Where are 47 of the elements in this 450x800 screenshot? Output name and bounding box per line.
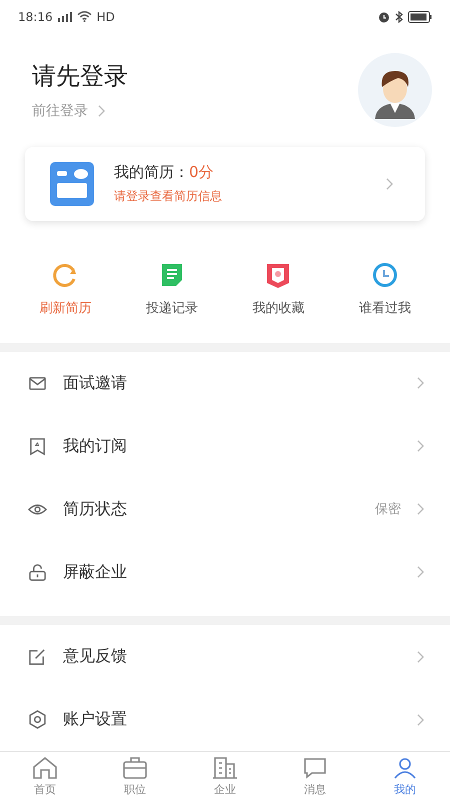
signal-icon [58, 12, 72, 22]
resume-icon [50, 162, 94, 206]
resume-label: 我的简历： [114, 162, 189, 182]
resume-hint: 请登录查看简历信息 [114, 188, 223, 205]
tab[interactable]: 我的 [375, 752, 435, 800]
chevron-icon [98, 105, 105, 118]
chevron-icon [417, 566, 424, 578]
network-label: HD [96, 10, 115, 24]
chat-icon [302, 756, 328, 780]
avatar-icon[interactable] [358, 53, 432, 128]
menu-item[interactable]: 意见反馈 [0, 625, 450, 688]
bluetooth-icon [395, 10, 403, 23]
quick-action[interactable]: 我的收藏 [252, 260, 304, 331]
menu-item[interactable]: 简历状态 保密 [0, 478, 450, 541]
menu-item[interactable]: 屏蔽企业 [0, 540, 450, 604]
tab[interactable]: 消息 [285, 752, 345, 800]
person-icon [392, 756, 418, 780]
chevron-icon [386, 178, 393, 190]
briefcase-icon [122, 756, 148, 780]
login-prompt-title: 请先登录 [32, 61, 128, 92]
bookmark-icon [28, 436, 47, 456]
building-icon [212, 756, 238, 780]
lock-icon [28, 562, 47, 582]
battery-icon [408, 10, 432, 23]
wifi-icon [76, 11, 92, 22]
chevron-icon [417, 377, 424, 390]
resume-score: 0分 [189, 162, 214, 182]
menu-item[interactable]: 账户设置 [0, 688, 450, 752]
status-time: 18:16 [18, 10, 53, 24]
tab[interactable]: 首页 [15, 752, 75, 800]
chevron-icon [417, 440, 424, 452]
tab[interactable]: 职位 [105, 752, 165, 800]
chevron-icon [417, 714, 424, 726]
edit-icon [28, 647, 47, 666]
clock-icon [370, 260, 399, 289]
home-icon [32, 756, 58, 780]
chevron-icon [417, 503, 424, 516]
status-value: 保密 [375, 501, 401, 518]
chevron-icon [417, 650, 424, 663]
resume-card[interactable]: 我的简历：0分 请登录查看简历信息 [25, 147, 425, 221]
tab[interactable]: 企业 [195, 752, 255, 800]
quick-action[interactable]: 谁看过我 [358, 260, 411, 331]
menu-item[interactable]: 面试邀请 [0, 352, 450, 415]
quick-action[interactable]: 投递记录 [146, 260, 198, 331]
settings-icon [28, 710, 47, 730]
alarm-icon [378, 10, 390, 23]
menu-item[interactable]: 我的订阅 [0, 414, 450, 478]
